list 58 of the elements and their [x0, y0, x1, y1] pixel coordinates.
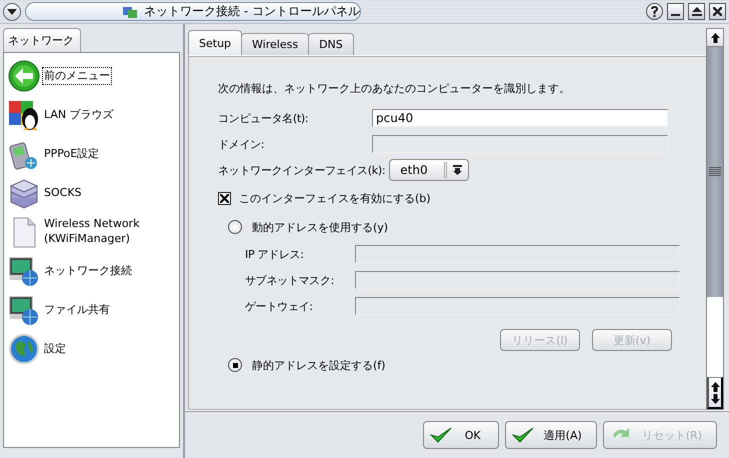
input-field[interactable]: pcu40 [372, 109, 668, 127]
intro-text: 次の情報は、ネットワーク上のあなたのコンピューターを識別します。 [218, 81, 571, 96]
sidebar-item[interactable]: Wireless Network (KWiFiManager) [42, 215, 156, 249]
caret-down-icon [7, 8, 17, 14]
tab[interactable]: Wireless [241, 33, 310, 55]
sidebar-item[interactable]: 設定 [42, 340, 68, 358]
arrow-left-icon [8, 60, 40, 92]
arrow-up-icon [710, 32, 720, 42]
minimize-button[interactable] [667, 3, 684, 20]
scroll-up-button[interactable] [707, 29, 723, 47]
scroll-arrows-button[interactable] [707, 377, 723, 409]
grip-icon [709, 167, 721, 177]
close-icon [713, 7, 722, 16]
stack-icon [8, 177, 40, 209]
eject-icon [692, 7, 702, 16]
monitor-globe-icon [8, 255, 40, 287]
scrollbar-thumb[interactable] [707, 47, 723, 297]
tab[interactable]: DNS [308, 33, 354, 55]
arrow-down-icon [710, 394, 720, 404]
checkmark-icon [430, 427, 452, 443]
field-label: ゲートウェイ: [245, 298, 314, 314]
field-label: ドメイン: [218, 136, 266, 152]
maximize-button[interactable] [688, 3, 705, 20]
radio-button[interactable] [228, 220, 242, 234]
sidebar-item[interactable]: ネットワーク接続 [42, 262, 134, 280]
scrollbar[interactable] [706, 28, 724, 410]
checkmark-icon [512, 427, 534, 443]
radio-button[interactable] [228, 358, 242, 372]
monitor-globe-icon [8, 294, 40, 326]
tab[interactable]: Setup [188, 30, 242, 55]
interface-dropdown[interactable]: eth0 [389, 159, 470, 181]
help-icon [650, 6, 659, 17]
radio-label: 静的アドレスを設定する(f) [252, 358, 386, 372]
sidebar-tab[interactable]: ネットワーク [3, 28, 81, 52]
sidebar-item[interactable]: ファイル共有 [42, 300, 112, 320]
dialog-button[interactable]: OK [422, 421, 499, 449]
arrow-up-icon [710, 382, 720, 392]
check-x-icon [220, 194, 229, 202]
sidebar-item[interactable]: 前のメニュー [42, 66, 112, 86]
penguin-icon [8, 99, 40, 131]
help-button[interactable] [646, 3, 663, 20]
field-label: コンピュータ名(t): [218, 110, 310, 126]
field-label: サブネットマスク: [245, 272, 336, 288]
sidebar-item[interactable]: SOCKS [42, 184, 84, 202]
sidebar-item[interactable]: LAN ブラウズ [42, 106, 116, 124]
checkbox[interactable] [218, 192, 231, 204]
sidebar-item[interactable]: PPPoE設定 [42, 144, 102, 164]
minimize-icon [671, 14, 680, 16]
field-label: IP アドレス: [245, 246, 305, 262]
arrow-down-icon [453, 165, 462, 175]
dialog-button[interactable]: 適用(A) [504, 421, 597, 449]
field-label: ネットワークインターフェイス(k): [218, 162, 386, 178]
window-title: ネットワーク接続 - コントロールパネル [144, 3, 360, 20]
close-button[interactable] [709, 3, 726, 20]
checkbox-label: このインターフェイスを有効にする(b) [239, 190, 431, 206]
window-menu-button[interactable] [3, 2, 21, 20]
radio-label: 動的アドレスを使用する(y) [252, 220, 388, 234]
globe-icon [8, 333, 40, 365]
